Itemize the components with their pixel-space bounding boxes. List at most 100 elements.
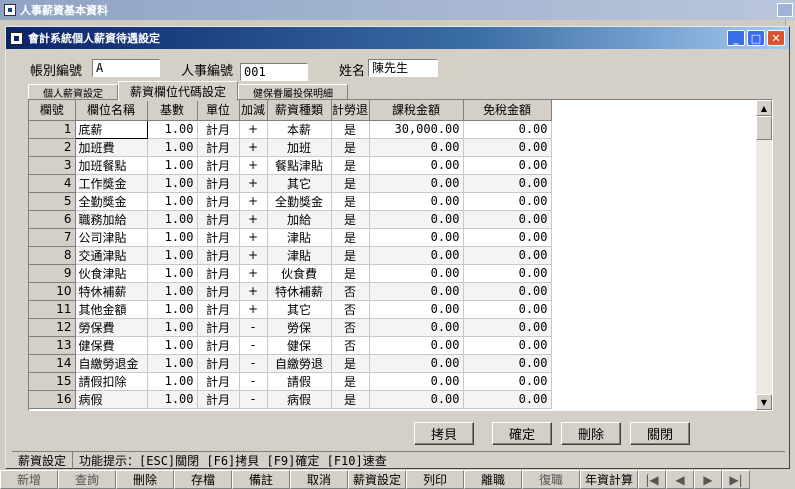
tab-personal-salary[interactable]: 個人薪資設定 — [28, 84, 118, 100]
first-record-icon[interactable]: |◀ — [638, 470, 666, 489]
vertical-scrollbar[interactable]: ▲ ▼ — [756, 100, 772, 410]
salary-type-cell[interactable]: 自繳勞退 — [267, 354, 332, 373]
pension-cell[interactable]: 是 — [331, 228, 370, 247]
table-row[interactable]: 13 健保費 1.00 計月 - 健保否 0.00 0.00 — [29, 336, 552, 355]
taxfree-cell[interactable]: 0.00 — [463, 228, 552, 247]
taxfree-cell[interactable]: 0.00 — [463, 174, 552, 193]
toolbar-delete-button[interactable]: 刪除 — [116, 470, 174, 489]
taxable-cell[interactable]: 30,000.00 — [369, 120, 464, 139]
taxable-cell[interactable]: 0.00 — [369, 318, 464, 337]
table-row[interactable]: 15 請假扣除 1.00 計月 - 請假是 0.00 0.00 — [29, 372, 552, 391]
unit-cell[interactable]: 計月 — [197, 210, 240, 229]
taxfree-cell[interactable]: 0.00 — [463, 138, 552, 157]
field-name-cell[interactable]: 底薪 — [74, 119, 148, 139]
base-cell[interactable]: 1.00 — [147, 282, 198, 301]
add-sub-cell[interactable]: - — [239, 336, 268, 355]
taxfree-cell[interactable]: 0.00 — [463, 264, 552, 283]
table-row[interactable]: 7 公司津貼 1.00 計月 + 津貼是 0.00 0.00 — [29, 228, 552, 247]
unit-cell[interactable]: 計月 — [197, 264, 240, 283]
salary-type-cell[interactable]: 其它 — [267, 300, 332, 319]
add-sub-cell[interactable]: + — [239, 156, 268, 175]
salary-type-cell[interactable]: 其它 — [267, 174, 332, 193]
unit-cell[interactable]: 計月 — [197, 120, 240, 139]
table-row[interactable]: 10 特休補薪 1.00 計月 + 特休補薪否 0.00 0.00 — [29, 282, 552, 301]
toolbar-salary-setting-button[interactable]: 薪資設定 — [348, 470, 406, 489]
add-sub-cell[interactable]: + — [239, 300, 268, 319]
base-cell[interactable]: 1.00 — [147, 210, 198, 229]
name-field[interactable]: 陳先生 — [368, 59, 438, 77]
base-cell[interactable]: 1.00 — [147, 156, 198, 175]
taxable-cell[interactable]: 0.00 — [369, 228, 464, 247]
unit-cell[interactable]: 計月 — [197, 300, 240, 319]
add-sub-cell[interactable]: + — [239, 210, 268, 229]
base-cell[interactable]: 1.00 — [147, 390, 198, 409]
base-cell[interactable]: 1.00 — [147, 264, 198, 283]
salary-type-cell[interactable]: 餐點津貼 — [267, 156, 332, 175]
table-row[interactable]: 9 伙食津貼 1.00 計月 + 伙食費是 0.00 0.00 — [29, 264, 552, 283]
table-row[interactable]: 2 加班費 1.00 計月 + 加班是 0.00 0.00 — [29, 138, 552, 157]
taxfree-cell[interactable]: 0.00 — [463, 390, 552, 409]
pension-cell[interactable]: 否 — [331, 336, 370, 355]
add-sub-cell[interactable]: + — [239, 174, 268, 193]
salary-type-cell[interactable]: 全勤獎金 — [267, 192, 332, 211]
base-cell[interactable]: 1.00 — [147, 138, 198, 157]
table-row[interactable]: 14 自繳勞退金 1.00 計月 - 自繳勞退是 0.00 0.00 — [29, 354, 552, 373]
base-cell[interactable]: 1.00 — [147, 300, 198, 319]
taxable-cell[interactable]: 0.00 — [369, 372, 464, 391]
field-name-cell[interactable]: 工作獎金 — [75, 174, 148, 193]
minimize-icon[interactable]: _ — [727, 30, 745, 46]
field-name-cell[interactable]: 特休補薪 — [75, 282, 148, 301]
base-cell[interactable]: 1.00 — [147, 120, 198, 139]
add-sub-cell[interactable]: + — [239, 138, 268, 157]
pension-cell[interactable]: 是 — [331, 372, 370, 391]
prev-record-icon[interactable]: ◀ — [666, 470, 694, 489]
taxfree-cell[interactable]: 0.00 — [463, 282, 552, 301]
base-cell[interactable]: 1.00 — [147, 372, 198, 391]
close-icon[interactable]: ✕ — [767, 30, 785, 46]
pension-cell[interactable]: 是 — [331, 138, 370, 157]
field-name-cell[interactable]: 伙食津貼 — [75, 264, 148, 283]
scroll-up-icon[interactable]: ▲ — [756, 100, 772, 116]
pension-cell[interactable]: 是 — [331, 120, 370, 139]
table-row[interactable]: 16 病假 1.00 計月 - 病假是 0.00 0.00 — [29, 390, 552, 409]
add-sub-cell[interactable]: + — [239, 264, 268, 283]
taxable-cell[interactable]: 0.00 — [369, 300, 464, 319]
unit-cell[interactable]: 計月 — [197, 192, 240, 211]
field-name-cell[interactable]: 勞保費 — [75, 318, 148, 337]
next-record-icon[interactable]: ▶ — [694, 470, 722, 489]
field-name-cell[interactable]: 全勤獎金 — [75, 192, 148, 211]
pension-cell[interactable]: 是 — [331, 246, 370, 265]
taxable-cell[interactable]: 0.00 — [369, 246, 464, 265]
pension-cell[interactable]: 是 — [331, 192, 370, 211]
unit-cell[interactable]: 計月 — [197, 138, 240, 157]
taxfree-cell[interactable]: 0.00 — [463, 336, 552, 355]
salary-type-cell[interactable]: 勞保 — [267, 318, 332, 337]
taxable-cell[interactable]: 0.00 — [369, 282, 464, 301]
add-sub-cell[interactable]: + — [239, 246, 268, 265]
taxable-cell[interactable]: 0.00 — [369, 192, 464, 211]
pension-cell[interactable]: 否 — [331, 300, 370, 319]
close-button[interactable]: 關閉 — [630, 422, 690, 445]
taxfree-cell[interactable]: 0.00 — [463, 300, 552, 319]
field-name-cell[interactable]: 職務加給 — [75, 210, 148, 229]
maximize-icon[interactable]: □ — [747, 30, 765, 46]
salary-type-cell[interactable]: 特休補薪 — [267, 282, 332, 301]
add-sub-cell[interactable]: - — [239, 318, 268, 337]
unit-cell[interactable]: 計月 — [197, 174, 240, 193]
toolbar-print-button[interactable]: 列印 — [406, 470, 464, 489]
employee-field[interactable]: 001 — [240, 63, 308, 81]
taxable-cell[interactable]: 0.00 — [369, 354, 464, 373]
taxfree-cell[interactable]: 0.00 — [463, 156, 552, 175]
table-row[interactable]: 11 其他金額 1.00 計月 + 其它否 0.00 0.00 — [29, 300, 552, 319]
pension-cell[interactable]: 否 — [331, 318, 370, 337]
unit-cell[interactable]: 計月 — [197, 246, 240, 265]
toolbar-save-button[interactable]: 存檔 — [174, 470, 232, 489]
unit-cell[interactable]: 計月 — [197, 336, 240, 355]
unit-cell[interactable]: 計月 — [197, 156, 240, 175]
table-row[interactable]: 5 全勤獎金 1.00 計月 + 全勤獎金是 0.00 0.00 — [29, 192, 552, 211]
field-name-cell[interactable]: 自繳勞退金 — [75, 354, 148, 373]
taxfree-cell[interactable]: 0.00 — [463, 354, 552, 373]
taxable-cell[interactable]: 0.00 — [369, 210, 464, 229]
scroll-down-icon[interactable]: ▼ — [756, 394, 772, 410]
base-cell[interactable]: 1.00 — [147, 192, 198, 211]
